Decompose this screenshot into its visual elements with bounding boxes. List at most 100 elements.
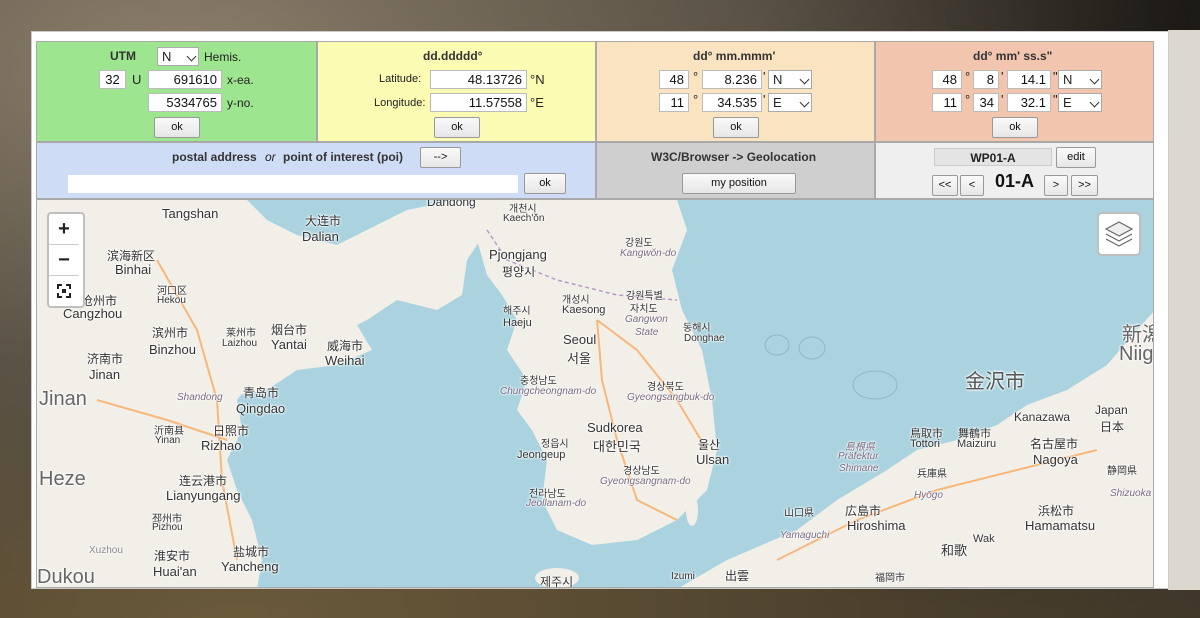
chevron-down-icon (1089, 97, 1100, 108)
dms-lon-seconds-input[interactable]: 32.1 (1007, 93, 1051, 112)
waypoint-next-button[interactable]: > (1044, 175, 1068, 196)
minute-symbol: ' (763, 69, 766, 84)
my-position-button[interactable]: my position (682, 173, 796, 194)
waypoint-current: 01-A (995, 171, 1035, 191)
waypoint-last-button[interactable]: >> (1071, 175, 1098, 196)
map-label: Kaech'ŏn (503, 213, 545, 224)
map-label: 日本 (1100, 420, 1125, 434)
map-label: 정읍시 (541, 439, 569, 450)
map-label: 울산 (698, 438, 721, 452)
map-label: 连云港市 (179, 474, 228, 488)
map-label: 济南市 (87, 352, 124, 366)
northing-input[interactable]: 5334765 (148, 93, 222, 112)
degrees-minutes-seconds-panel: dd° mm' ss.s" 48 ° 8 ' 14.1 " N 11 ° 34 … (875, 41, 1154, 142)
dms-lat-hemisphere-value: N (1063, 72, 1073, 87)
dm-lon-hemisphere-value: E (773, 95, 782, 110)
map-label: 충청남도 (520, 376, 557, 387)
map-label: Pjongjang (489, 247, 547, 262)
map-label: Yancheng (221, 559, 279, 574)
dm-lat-minutes-input[interactable]: 8.236 (702, 70, 762, 89)
map-label: Rizhao (201, 438, 242, 453)
map-label: Lianyungang (166, 488, 241, 503)
map-label: Hamamatsu (1025, 518, 1096, 533)
dms-lon-degrees-input[interactable]: 11 (932, 93, 962, 112)
minute-symbol: ' (763, 92, 766, 107)
map-label: Hekou (157, 295, 186, 306)
hemisphere-select[interactable]: N (157, 47, 199, 66)
map-label: Jinan (39, 388, 87, 410)
minute-symbol: ' (1001, 69, 1004, 84)
map-label: Yamaguchi (780, 530, 830, 541)
geolocation-title: W3C/Browser -> Geolocation (651, 150, 817, 164)
dms-lat-seconds-input[interactable]: 14.1 (1007, 70, 1051, 89)
dm-lat-degrees-input[interactable]: 48 (659, 70, 689, 89)
zoom-in-button[interactable]: + (49, 214, 79, 245)
dm-lat-hemisphere-value: N (773, 72, 783, 87)
waypoint-edit-button[interactable]: edit (1056, 147, 1096, 168)
waypoint-name: WP01-A (934, 148, 1052, 166)
map-label: Binhai (115, 262, 152, 277)
dms-ok-button[interactable]: ok (992, 117, 1038, 138)
app-window: UTM N Hemis. 32 U 691610 x-ea. 5334765 y… (31, 31, 1169, 589)
dms-lon-hemisphere-select[interactable]: E (1058, 93, 1102, 112)
address-ok-button[interactable]: ok (524, 173, 566, 194)
longitude-label: Longitude: (374, 97, 426, 109)
dm-lon-hemisphere-select[interactable]: E (768, 93, 812, 112)
latitude-unit: °N (530, 72, 545, 87)
utm-zone-input[interactable]: 32 (99, 70, 126, 89)
map-label: 淮安市 (154, 549, 191, 563)
map-label: Gyeongsangbuk-do (627, 392, 715, 403)
utm-title: UTM (110, 49, 136, 63)
dm-lon-degrees-input[interactable]: 11 (659, 93, 689, 112)
degree-symbol: ° (965, 92, 971, 107)
dm-ok-button[interactable]: ok (713, 117, 759, 138)
waypoint-first-button[interactable]: << (932, 175, 958, 196)
address-search-input[interactable] (68, 175, 518, 193)
minute-symbol: ' (1001, 92, 1004, 107)
map-label: State (635, 327, 659, 338)
map-label: Wak (973, 533, 995, 545)
map-label: 해주시 (503, 306, 531, 317)
zoom-control: + − (47, 212, 85, 308)
map-label: Ulsan (696, 452, 730, 467)
longitude-input[interactable]: 11.57558 (430, 93, 527, 112)
map-label: 威海市 (327, 339, 364, 353)
easting-input[interactable]: 691610 (148, 70, 222, 89)
map-label: 青岛市 (243, 386, 280, 400)
zoom-out-button[interactable]: − (49, 245, 79, 276)
map-label: 兵庫県 (917, 469, 947, 480)
map-view[interactable]: Dandong Tangshan 大连市 Dalian 滨海新区 Binhai … (36, 199, 1154, 588)
latitude-input[interactable]: 48.13726 (430, 70, 527, 89)
dm-lon-minutes-input[interactable]: 34.535 (702, 93, 762, 112)
dd-ok-button[interactable]: ok (434, 117, 480, 138)
dms-title: dd° mm' ss.s" (973, 49, 1053, 63)
map-label: 出雲 (725, 569, 750, 583)
map-label: Shimane (839, 463, 879, 474)
fullscreen-button[interactable] (49, 276, 79, 306)
waypoint-prev-button[interactable]: < (960, 175, 984, 196)
map-label: Xuzhou (89, 545, 123, 556)
map-label: 강원도 (625, 238, 653, 249)
map-label: Huai'an (153, 564, 197, 579)
dms-lat-degrees-input[interactable]: 48 (932, 70, 962, 89)
background-strip (1168, 30, 1200, 590)
map-label: Qingdao (236, 401, 286, 416)
map-label: 동해시 (683, 323, 711, 334)
map-label: 滨州市 (152, 326, 189, 340)
dm-lat-hemisphere-select[interactable]: N (768, 70, 812, 89)
address-go-button[interactable]: --> (420, 147, 461, 168)
dms-lat-hemisphere-select[interactable]: N (1058, 70, 1102, 89)
top-bar (32, 32, 1168, 41)
geolocation-panel: W3C/Browser -> Geolocation my position (596, 142, 875, 199)
layers-button[interactable] (1097, 212, 1141, 256)
second-symbol: " (1053, 69, 1058, 84)
dms-lat-minutes-input[interactable]: 8 (973, 70, 999, 89)
dm-title: dd° mm.mmm' (693, 49, 776, 63)
map-label: 서울 (567, 351, 591, 366)
dms-lon-minutes-input[interactable]: 34 (973, 93, 999, 112)
map-label: Shizuoka (1110, 488, 1152, 499)
utm-ok-button[interactable]: ok (154, 117, 200, 138)
utm-panel: UTM N Hemis. 32 U 691610 x-ea. 5334765 y… (36, 41, 317, 142)
map-label: 名古屋市 (1030, 437, 1079, 451)
chevron-down-icon (1089, 74, 1100, 85)
